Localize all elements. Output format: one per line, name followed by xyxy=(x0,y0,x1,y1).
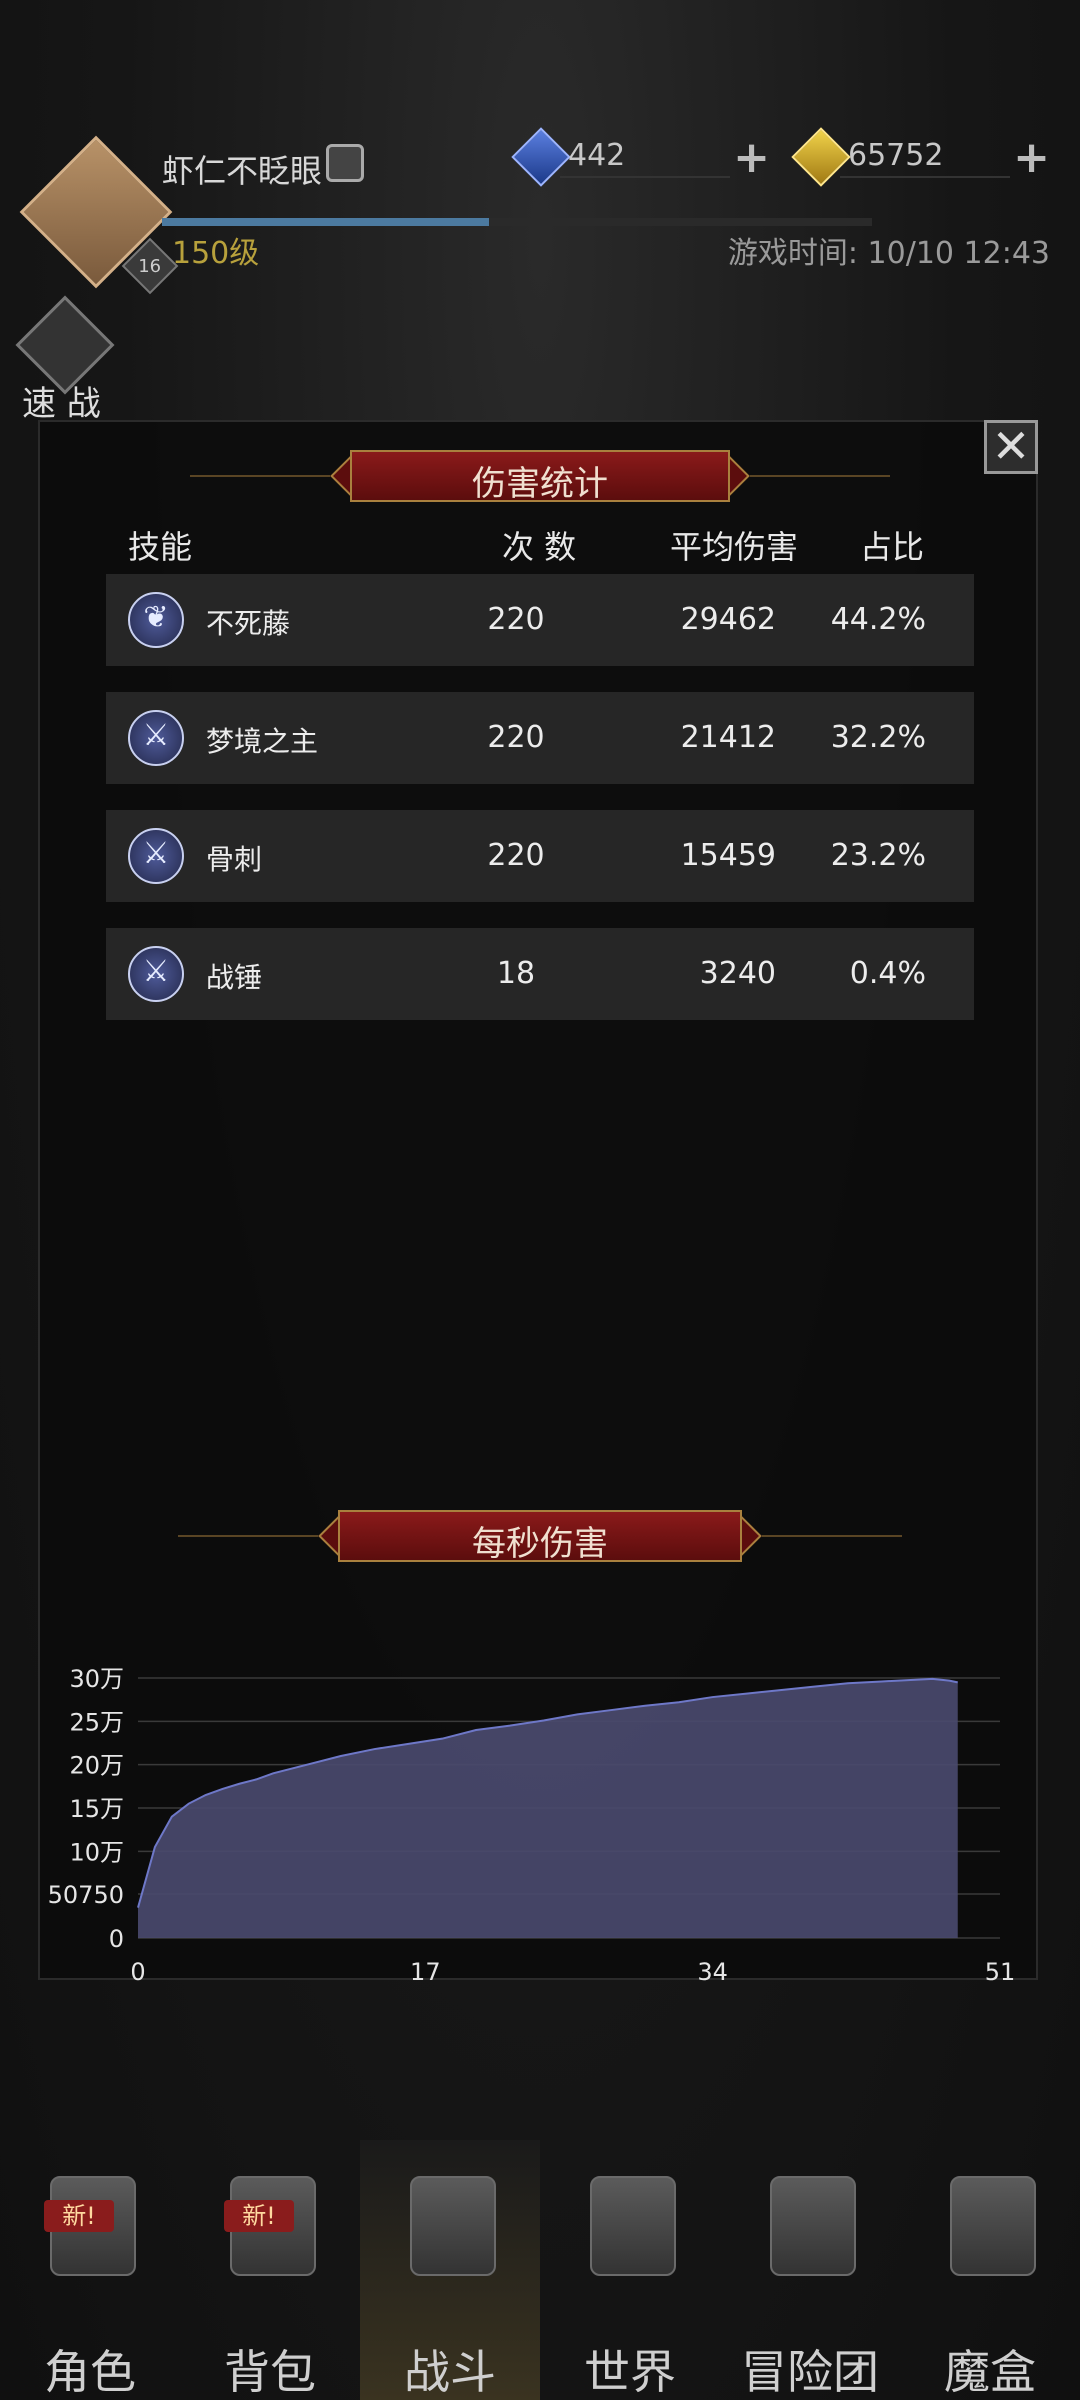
dps-title: 每秒伤害 xyxy=(472,1524,608,1564)
dps-banner: 每秒伤害 xyxy=(178,1510,902,1564)
y-tick-label: 10万 xyxy=(69,1838,124,1866)
rank-badge-label: 16 xyxy=(138,255,162,277)
skill-name: 不死藤 xyxy=(206,607,291,640)
quick-battle-label: 速 战 xyxy=(22,384,101,424)
x-tick-label: 34 xyxy=(697,1958,728,1986)
gem-underline xyxy=(560,176,730,178)
sword-skill-icon: ⚔ xyxy=(128,710,184,766)
skill-avg-damage: 29462 xyxy=(680,602,776,637)
skill-avg-damage: 15459 xyxy=(680,838,776,873)
castle-icon xyxy=(770,2176,856,2276)
game-time: 游戏时间: 10/10 12:43 xyxy=(727,236,1050,271)
vine-skill-icon: ❦ xyxy=(128,592,184,648)
nav-item-1[interactable]: 新! 背包 xyxy=(180,2140,360,2400)
skill-name: 战锤 xyxy=(206,961,263,994)
close-button[interactable]: ✕ xyxy=(984,420,1038,474)
skill-ratio: 44.2% xyxy=(830,602,926,637)
quick-battle-button[interactable]: 速 战 xyxy=(15,295,126,424)
skill-row: ⚔ 梦境之主 220 21412 32.2% xyxy=(106,692,974,784)
nav-label: 冒险团 xyxy=(741,2345,879,2399)
nav-label: 世界 xyxy=(584,2345,676,2399)
nav-item-0[interactable]: 新! 角色 xyxy=(0,2140,180,2400)
skill-avg-damage: 3240 xyxy=(699,956,776,991)
skill-row: ⚔ 骨刺 220 15459 23.2% xyxy=(106,810,974,902)
skill-row: ⚔ 战锤 18 3240 0.4% xyxy=(106,928,974,1020)
damage-stats-banner: 伤害统计 xyxy=(190,450,890,504)
dps-area xyxy=(138,1678,958,1938)
new-badge: 新! xyxy=(44,2200,114,2232)
add-gold-button[interactable]: + xyxy=(1013,132,1050,183)
y-tick-label: 25万 xyxy=(69,1708,124,1736)
skill-ratio: 32.2% xyxy=(830,720,926,755)
avatar[interactable]: 16 xyxy=(19,135,179,295)
gem-currency: 442 + xyxy=(511,127,770,187)
nav-item-5[interactable]: 魔盒 xyxy=(900,2140,1080,2400)
banner-line-right xyxy=(750,475,890,477)
skill-count: 220 xyxy=(487,602,545,637)
skill-count: 220 xyxy=(487,720,545,755)
x-tick-label: 51 xyxy=(985,1958,1016,1986)
dps-chart: 0 50750 10万 15万 20万 25万 30万 0 17 34 51 xyxy=(48,1665,1016,1986)
gold-amount: 65752 xyxy=(848,138,944,173)
sword-skill-icon: ⚔ xyxy=(128,946,184,1002)
banner-line-left xyxy=(190,475,330,477)
sword-shield-icon xyxy=(410,2176,496,2276)
edit-name-icon[interactable] xyxy=(326,144,364,182)
player-name: 虾仁不眨眼 xyxy=(162,152,323,190)
nav-item-3[interactable]: 世界 xyxy=(540,2140,720,2400)
gold-currency: 65752 + xyxy=(791,127,1050,187)
player-level: 150级 xyxy=(172,236,260,271)
y-tick-label: 0 xyxy=(109,1925,124,1953)
exp-bar xyxy=(162,218,872,226)
bottom-nav: 新! 角色 新! 背包 战斗 世界 冒险团 魔盒 xyxy=(0,2140,1080,2400)
skill-name: 骨刺 xyxy=(206,843,263,876)
exp-bar-fill xyxy=(162,218,489,226)
nav-label: 背包 xyxy=(224,2345,316,2399)
map-icon xyxy=(590,2176,676,2276)
cube-icon xyxy=(950,2176,1036,2276)
y-tick-label: 50750 xyxy=(48,1881,124,1909)
skill-row: ❦ 不死藤 220 29462 44.2% xyxy=(106,574,974,666)
header-count: 次 数 xyxy=(502,528,577,566)
nav-item-4[interactable]: 冒险团 xyxy=(720,2140,900,2400)
nav-label: 魔盒 xyxy=(944,2345,1036,2399)
skill-ratio: 23.2% xyxy=(830,838,926,873)
nav-label: 角色 xyxy=(44,2345,136,2399)
skill-avg-damage: 21412 xyxy=(680,720,776,755)
damage-stats-title: 伤害统计 xyxy=(472,464,608,504)
skill-name: 梦境之主 xyxy=(206,725,319,758)
gem-amount: 442 xyxy=(568,138,626,173)
y-tick-label: 20万 xyxy=(69,1752,124,1780)
sword-skill-icon: ⚔ xyxy=(128,828,184,884)
y-tick-label: 30万 xyxy=(69,1665,124,1693)
x-tick-label: 0 xyxy=(130,1958,145,1986)
gold-underline xyxy=(840,176,1010,178)
add-gems-button[interactable]: + xyxy=(733,132,770,183)
skill-count: 18 xyxy=(496,956,536,991)
header-avg: 平均伤害 xyxy=(670,528,799,566)
nav-label: 战斗 xyxy=(404,2345,496,2399)
banner-line-left xyxy=(178,1535,318,1537)
y-tick-label: 15万 xyxy=(69,1795,124,1823)
skill-count: 220 xyxy=(487,838,545,873)
x-tick-label: 17 xyxy=(410,1958,441,1986)
nav-item-2[interactable]: 战斗 xyxy=(360,2140,540,2400)
banner-line-right xyxy=(762,1535,902,1537)
header-ratio: 占比 xyxy=(860,528,925,566)
skill-ratio: 0.4% xyxy=(849,956,926,991)
header-skill: 技能 xyxy=(128,528,193,566)
new-badge: 新! xyxy=(224,2200,294,2232)
